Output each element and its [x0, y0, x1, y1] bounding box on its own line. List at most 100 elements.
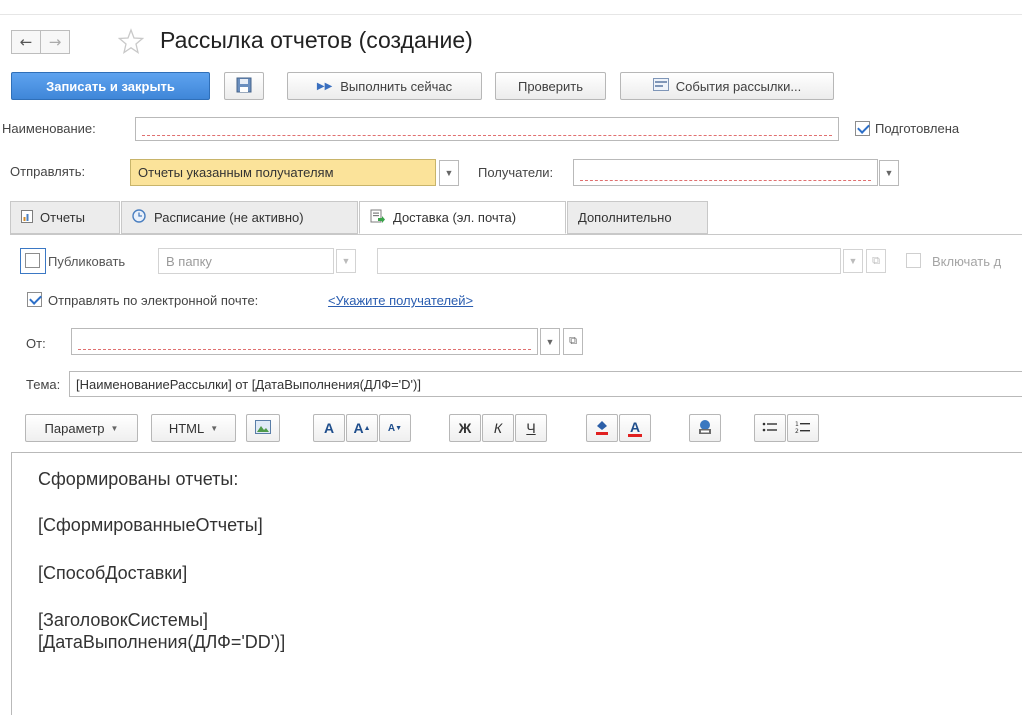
events-label: События рассылки... [675, 78, 802, 94]
image-icon [255, 419, 271, 437]
font-normal-button[interactable]: A [313, 414, 345, 442]
insert-image-button[interactable] [246, 414, 280, 442]
svg-text:2: 2 [795, 428, 799, 434]
tab-delivery-label: Доставка (эл. почта) [393, 210, 517, 225]
forward-button[interactable]: → [40, 30, 70, 54]
chevron-down-icon: ▼ [210, 423, 219, 433]
folder-path-open: ⧉ [866, 249, 886, 273]
tab-reports-label: Отчеты [40, 210, 85, 225]
play-icon: ▶▶ [316, 80, 333, 92]
save-close-button[interactable]: Записать и закрыть [11, 72, 210, 100]
chevron-down-icon: ▼ [884, 168, 894, 178]
delivery-icon [370, 209, 385, 227]
send-email-label: Отправлять по электронной почте: [48, 293, 259, 308]
send-mode-dropdown[interactable]: ▼ [439, 160, 459, 186]
back-button[interactable]: ← [11, 30, 41, 54]
editor-line: [СпособДоставки] [38, 563, 188, 583]
color-bar-icon [628, 433, 642, 437]
arrow-right-icon: → [48, 33, 62, 51]
editor-line: [ЗаголовокСистемы] [38, 610, 209, 630]
chevron-down-icon: ▼ [341, 256, 351, 266]
bulleted-list-icon [762, 421, 778, 436]
chevron-down-icon: ▼ [848, 256, 858, 266]
parameter-button[interactable]: Параметр ▼ [25, 414, 138, 442]
font-increase-label: A [353, 420, 364, 436]
folder-dropdown: ▼ [336, 249, 356, 273]
floppy-disk-icon [236, 77, 252, 96]
send-mode-value: Отчеты указанным получателям [138, 165, 334, 180]
prepared-checkbox[interactable] [855, 121, 870, 136]
font-decrease-label: A [387, 422, 396, 434]
name-label: Наименование: [2, 121, 96, 136]
tab-divider [10, 234, 1022, 235]
report-icon [21, 209, 33, 226]
run-now-button[interactable]: ▶▶ Выполнить сейчас [287, 72, 482, 100]
folder-path-dropdown: ▼ [843, 249, 863, 273]
paint-bucket-icon [594, 419, 610, 438]
numbered-list-button[interactable]: 12 [787, 414, 819, 442]
include-checkbox [906, 253, 921, 268]
tab-delivery[interactable]: Доставка (эл. почта) [359, 201, 566, 234]
prepared-label: Подготовлена [875, 121, 960, 136]
clock-icon [132, 209, 146, 226]
font-settings-button[interactable] [689, 414, 721, 442]
bold-button[interactable]: Ж [449, 414, 481, 442]
italic-label: К [493, 420, 503, 436]
open-window-icon: ⧉ [872, 254, 880, 267]
font-color-label: A [629, 418, 641, 435]
publish-label: Публиковать [48, 254, 126, 269]
svg-text:1: 1 [795, 421, 799, 428]
send-email-checkbox[interactable] [27, 292, 42, 307]
font-decrease-button[interactable]: A ▼ [379, 414, 411, 442]
publish-checkbox[interactable] [25, 253, 40, 268]
editor-line: [СформированныеОтчеты] [38, 515, 263, 535]
name-input[interactable] [135, 117, 839, 141]
underline-button[interactable]: Ч [515, 414, 547, 442]
arrow-left-icon: ← [19, 33, 33, 51]
message-editor[interactable]: Сформированы отчеты: [СформированныеОтче… [11, 452, 1022, 715]
tab-additional[interactable]: Дополнительно [567, 201, 708, 234]
subject-input[interactable]: [НаименованиеРассылки] от [ДатаВыполнени… [69, 371, 1022, 397]
editor-line: Сформированы отчеты: [38, 469, 239, 489]
from-input[interactable] [71, 328, 538, 355]
html-button[interactable]: HTML ▼ [151, 414, 236, 442]
window-top-border [0, 14, 1022, 15]
recipients-input[interactable] [573, 159, 878, 186]
event-log-icon [652, 78, 669, 94]
folder-value: В папку [166, 254, 212, 269]
from-open-button[interactable]: ⧉ [563, 328, 583, 355]
background-color-button[interactable] [586, 414, 618, 442]
from-dropdown[interactable]: ▼ [540, 328, 560, 355]
open-window-icon: ⧉ [569, 335, 577, 347]
underline-label: Ч [526, 420, 536, 436]
include-label: Включать д [932, 254, 1002, 269]
events-button[interactable]: События рассылки... [620, 72, 834, 100]
favorite-star-icon[interactable] [117, 28, 145, 54]
numbered-list-icon: 12 [795, 420, 811, 437]
specify-recipients-link[interactable]: <Укажите получателей> [328, 293, 473, 308]
chevron-down-icon: ▼ [545, 336, 555, 347]
recipients-label: Получатели: [478, 165, 554, 180]
folder-select: В папку [158, 248, 334, 274]
subject-label: Тема: [26, 377, 61, 392]
font-color-button[interactable]: A [619, 414, 651, 442]
tab-schedule-label: Расписание (не активно) [154, 210, 304, 225]
font-settings-icon [697, 419, 713, 438]
folder-path-input [377, 248, 841, 274]
send-mode-select[interactable]: Отчеты указанным получателям [130, 159, 436, 186]
from-label: От: [26, 336, 46, 351]
chevron-down-icon: ▼ [110, 423, 119, 433]
run-now-label: Выполнить сейчас [340, 78, 453, 94]
publish-checkbox-focus[interactable] [20, 248, 46, 274]
tab-reports[interactable]: Отчеты [10, 201, 120, 234]
tab-additional-label: Дополнительно [578, 210, 672, 225]
bulleted-list-button[interactable] [754, 414, 786, 442]
parameter-label: Параметр [44, 420, 105, 436]
html-label: HTML [168, 420, 205, 436]
check-button[interactable]: Проверить [495, 72, 606, 100]
tab-schedule[interactable]: Расписание (не активно) [121, 201, 358, 234]
italic-button[interactable]: К [482, 414, 514, 442]
font-increase-button[interactable]: A ▲ [346, 414, 378, 442]
recipients-dropdown[interactable]: ▼ [879, 160, 899, 186]
save-button[interactable] [224, 72, 264, 100]
